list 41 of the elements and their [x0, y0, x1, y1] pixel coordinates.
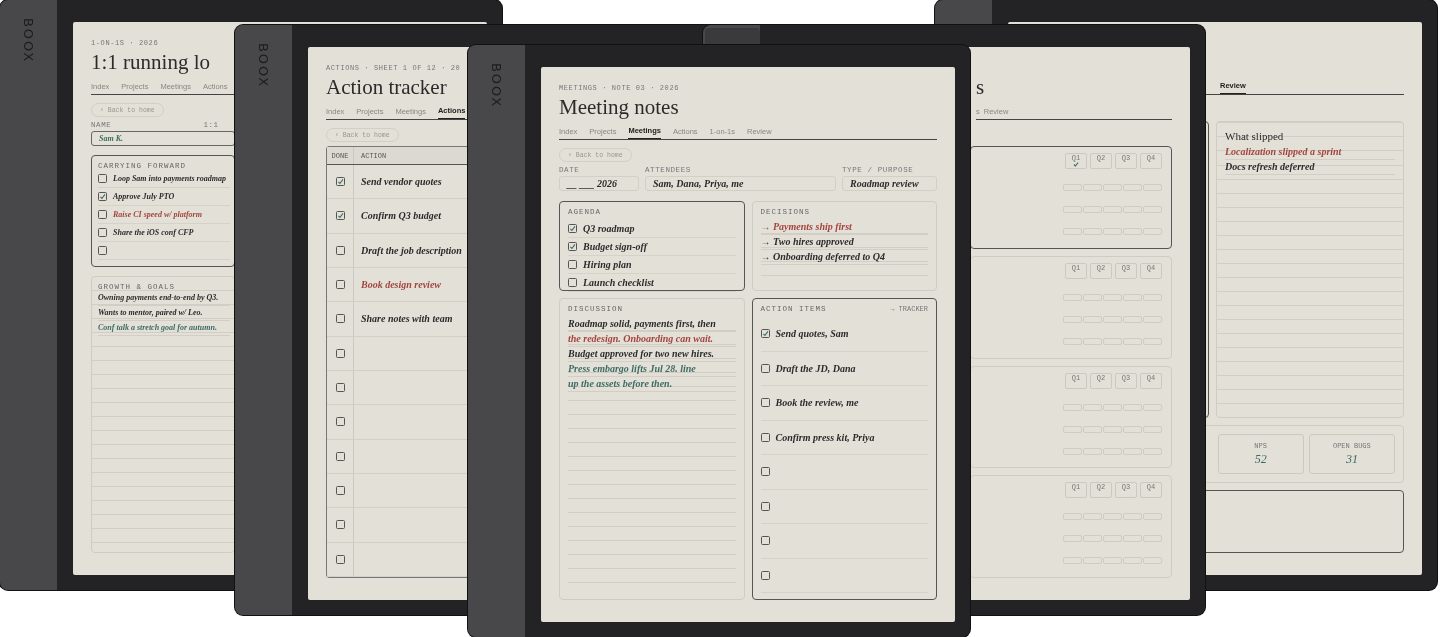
- task-text: Share the iOS conf CFP: [113, 228, 194, 237]
- note-text: up the assets before then.: [568, 377, 736, 392]
- task-text: Q3 roadmap: [583, 223, 635, 234]
- task-text: Raise CI speed w/ platform: [113, 210, 202, 219]
- page-title: s: [976, 74, 985, 101]
- note-text: Press embargo lifts Jul 28. line: [568, 362, 736, 377]
- note-text: Docs refresh deferred: [1225, 160, 1395, 175]
- page-title: Action tracker: [326, 74, 447, 101]
- note-text: Conf talk a stretch goal for autumn.: [98, 321, 230, 336]
- task-text: Confirm press kit, Priya: [775, 431, 875, 443]
- table-cell: Confirm Q3 budget: [361, 210, 441, 222]
- page-title: Meeting notes: [559, 94, 679, 121]
- task-text: Send quotes, Sam: [775, 328, 849, 340]
- note-text: the redesign. Onboarding can wait.: [568, 332, 736, 347]
- note-text: Budget approved for two new hires.: [568, 347, 736, 362]
- input-field[interactable]: __ ___ 2026: [559, 176, 639, 191]
- task-text: Hiring plan: [583, 259, 632, 270]
- name-field[interactable]: Sam K.: [91, 131, 235, 146]
- table-cell: Draft the job description: [361, 244, 462, 256]
- table-cell: Share notes with team: [361, 313, 453, 325]
- task-text: Budget sign-off: [583, 241, 647, 252]
- note-text: Owning payments end-to-end by Q3.: [98, 291, 230, 306]
- table-cell: Book design review: [361, 279, 441, 291]
- note-text: → Two hires approved: [760, 235, 928, 250]
- task-text: Approve July PTO: [113, 192, 175, 201]
- task-text: Draft the JD, Dana: [775, 362, 856, 374]
- stat-value: 31: [1345, 451, 1358, 467]
- task-text: Book the review, me: [775, 397, 859, 409]
- note-text: → Onboarding deferred to Q4: [760, 250, 928, 265]
- note-text: Localization slipped a sprint: [1225, 145, 1395, 160]
- input-field[interactable]: Sam, Dana, Priya, me: [645, 176, 836, 191]
- note-text: Wants to mentor, paired w/ Leo.: [98, 306, 230, 321]
- table-cell: Send vendor quotes: [361, 176, 442, 188]
- task-text: Loop Sam into payments roadmap: [113, 174, 226, 183]
- page-title: 1:1 running lo: [91, 49, 210, 76]
- input-field[interactable]: Roadmap review: [842, 176, 937, 191]
- card-title: What slipped: [1225, 130, 1285, 142]
- note-text: Roadmap solid, payments first, then: [568, 317, 736, 332]
- stat-value: 52: [1254, 451, 1267, 467]
- note-text: → Payments ship first: [760, 220, 928, 235]
- task-text: Launch checklist: [583, 277, 654, 288]
